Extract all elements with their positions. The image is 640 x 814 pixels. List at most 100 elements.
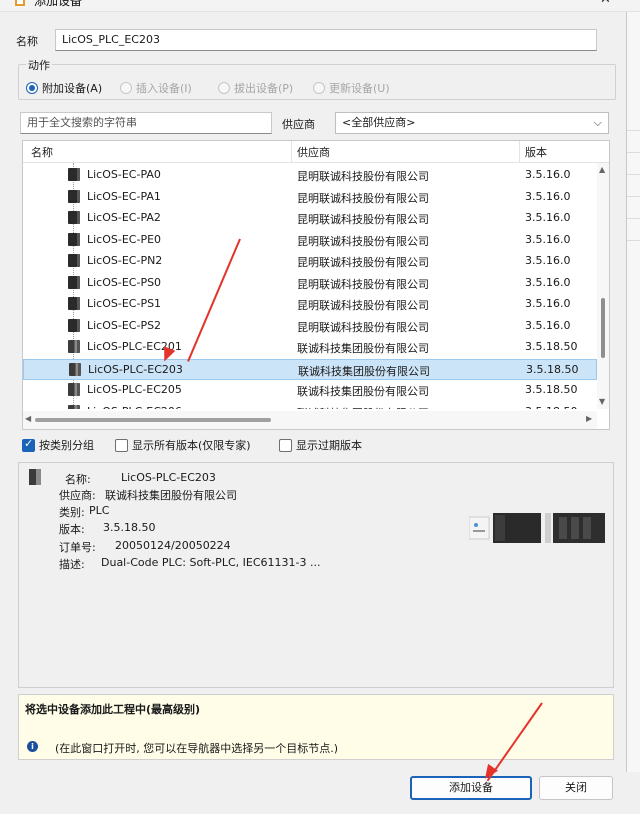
radio-label: 拔出设备(P) — [234, 82, 294, 95]
vendor-cell: 联诚科技集团股份有限公司 — [298, 364, 430, 378]
plc-icon — [69, 362, 81, 376]
fulltext-search-input[interactable]: 用于全文搜索的字符串 — [20, 112, 272, 134]
version-cell: 3.5.18.50 — [525, 340, 578, 353]
version-cell: 3.5.16.0 — [525, 275, 571, 289]
detail-value: 3.5.18.50 — [103, 521, 156, 534]
version-cell: 3.5.16.0 — [525, 318, 571, 332]
device-name-cell: LicOS-EC-PS0 — [87, 275, 162, 289]
vendor-cell: 昆明联诚科技股份有限公司 — [297, 191, 429, 205]
device-name-cell: LicOS-EC-PS2 — [87, 318, 162, 332]
detail-label: 供应商: — [59, 489, 96, 502]
version-cell: 3.5.16.0 — [525, 254, 571, 267]
table-row[interactable]: LicOS-EC-PA0 昆明联诚科技股份有限公司 3.5.16.0 — [23, 165, 597, 187]
module-icon — [68, 297, 80, 310]
column-header-vendor[interactable]: 供应商 — [297, 144, 330, 160]
device-name-cell: LicOS-EC-PS1 — [87, 297, 162, 310]
device-name-cell: LicOS-EC-PA2 — [87, 211, 161, 224]
detail-label: 名称: — [65, 473, 91, 486]
device-name-cell: LicOS-EC-PA0 — [87, 168, 161, 181]
detail-value: PLC — [89, 504, 110, 517]
radio-dot — [218, 82, 230, 94]
vendor-select[interactable]: <全部供应商> ⌵ — [335, 112, 609, 134]
vendor-cell: 联诚科技集团股份有限公司 — [297, 405, 429, 410]
table-body: LicOS-EC-PA0 昆明联诚科技股份有限公司 3.5.16.0 LicOS-EC… — [23, 163, 597, 409]
window-title: 添加设备 — [34, 0, 83, 8]
table-row[interactable]: LicOS-EC-PN2 昆明联诚科技股份有限公司 3.5.16.0 — [23, 251, 597, 273]
close-button[interactable]: 关闭 — [539, 776, 613, 800]
table-row[interactable]: LicOS-PLC-EC203 联诚科技集团股份有限公司 3.5.18.50 — [23, 358, 597, 380]
name-input[interactable]: LicOS_PLC_EC203 — [55, 29, 597, 51]
device-product-image — [468, 511, 605, 545]
module-icon — [68, 189, 80, 203]
module-icon — [68, 318, 80, 332]
add-device-button[interactable]: 添加设备 — [410, 776, 532, 800]
table-header: 名称 供应商 版本 — [23, 141, 609, 163]
device-name-cell: LicOS-PLC-EC203 — [88, 362, 183, 376]
version-cell: 3.5.16.0 — [525, 232, 571, 246]
radio-insert-device[interactable]: 插入设备(I) — [120, 80, 192, 96]
version-cell: 3.5.16.0 — [525, 189, 571, 203]
vendor-cell: 昆明联诚科技股份有限公司 — [297, 213, 429, 226]
checkbox-box — [115, 438, 128, 452]
plc-icon — [68, 383, 80, 396]
horizontal-scrollbar[interactable]: ◀ ▶ — [23, 411, 597, 429]
version-cell: 3.5.18.50 — [526, 362, 579, 376]
version-cell: 3.5.18.50 — [525, 383, 578, 396]
radio-append-device[interactable]: 附加设备(A) — [26, 80, 102, 96]
device-name-cell: LicOS-PLC-EC206 — [87, 405, 182, 410]
column-header-name[interactable]: 名称 — [31, 144, 53, 160]
table-row[interactable]: LicOS-EC-PA1 昆明联诚科技股份有限公司 3.5.16.0 — [23, 187, 597, 209]
checkbox-box — [279, 438, 292, 452]
vendor-label: 供应商 — [282, 118, 315, 131]
background-window-edge — [626, 12, 640, 772]
info-icon: i — [27, 741, 38, 752]
checkbox-label: 显示所有版本(仅限专家) — [132, 439, 251, 452]
detail-value: 20050124/20050224 — [115, 539, 231, 552]
table-row[interactable]: LicOS-EC-PS0 昆明联诚科技股份有限公司 3.5.16.0 — [23, 273, 597, 295]
vendor-cell: 联诚科技集团股份有限公司 — [297, 342, 429, 355]
table-row[interactable]: LicOS-EC-PS2 昆明联诚科技股份有限公司 3.5.16.0 — [23, 316, 597, 338]
detail-value: 联诚科技集团股份有限公司 — [105, 489, 237, 502]
detail-label: 类别: — [59, 506, 85, 519]
checkbox-label: 按类别分组 — [39, 439, 94, 452]
radio-dot — [313, 82, 325, 94]
module-icon — [68, 232, 80, 246]
table-row[interactable]: LicOS-PLC-EC205 联诚科技集团股份有限公司 3.5.18.50 — [23, 380, 597, 402]
version-cell: 3.5.16.0 — [525, 211, 571, 224]
name-label: 名称 — [16, 35, 38, 48]
detail-label: 订单号: — [59, 541, 96, 554]
app-icon — [14, 0, 26, 7]
device-table: 名称 供应商 版本 LicOS-EC-PA0 昆明联诚科技股份有限公司 3.5.16… — [22, 140, 610, 430]
vendor-cell: 昆明联诚科技股份有限公司 — [297, 320, 429, 334]
module-icon — [68, 168, 80, 181]
vertical-scrollbar[interactable]: ▲ ▼ — [597, 163, 609, 409]
radio-plug-device[interactable]: 拔出设备(P) — [218, 80, 293, 96]
table-row[interactable]: LicOS-PLC-EC201 联诚科技集团股份有限公司 3.5.18.50 — [23, 337, 597, 359]
detail-label: 版本: — [59, 523, 85, 536]
checkbox-box — [22, 437, 35, 452]
vendor-cell: 昆明联诚科技股份有限公司 — [297, 256, 429, 269]
table-row[interactable]: LicOS-EC-PE0 昆明联诚科技股份有限公司 3.5.16.0 — [23, 230, 597, 252]
vendor-cell: 联诚科技集团股份有限公司 — [297, 385, 429, 398]
detail-label: 描述: — [59, 558, 85, 571]
device-name-cell: LicOS-EC-PA1 — [87, 189, 161, 203]
close-icon[interactable]: ✕ — [600, 0, 611, 7]
scrollbar-thumb[interactable] — [35, 418, 271, 422]
checkbox-show-outdated[interactable]: 显示过期版本 — [279, 437, 362, 453]
info-note: (在此窗口打开时, 您可以在导航器中选择另一个目标节点.) — [55, 742, 339, 755]
module-icon — [68, 211, 80, 224]
chevron-down-icon: ⌵ — [593, 116, 602, 129]
checkbox-show-all-versions[interactable]: 显示所有版本(仅限专家) — [115, 437, 251, 453]
table-row[interactable]: LicOS-EC-PA2 昆明联诚科技股份有限公司 3.5.16.0 — [23, 208, 597, 230]
table-row[interactable]: LicOS-EC-PS1 昆明联诚科技股份有限公司 3.5.16.0 — [23, 294, 597, 316]
scrollbar-thumb[interactable] — [601, 298, 605, 358]
vendor-cell: 昆明联诚科技股份有限公司 — [297, 234, 429, 248]
radio-update-device[interactable]: 更新设备(U) — [313, 80, 390, 96]
checkbox-group-by-category[interactable]: 按类别分组 — [22, 437, 94, 453]
plc-icon — [29, 469, 41, 485]
column-header-version[interactable]: 版本 — [525, 144, 547, 160]
title-bar: 添加设备 ✕ — [0, 0, 640, 12]
table-row[interactable]: LicOS-PLC-EC206 联诚科技集团股份有限公司 3.5.18.50 — [23, 402, 597, 410]
plc-icon — [68, 340, 80, 353]
version-cell: 3.5.18.50 — [525, 405, 577, 410]
